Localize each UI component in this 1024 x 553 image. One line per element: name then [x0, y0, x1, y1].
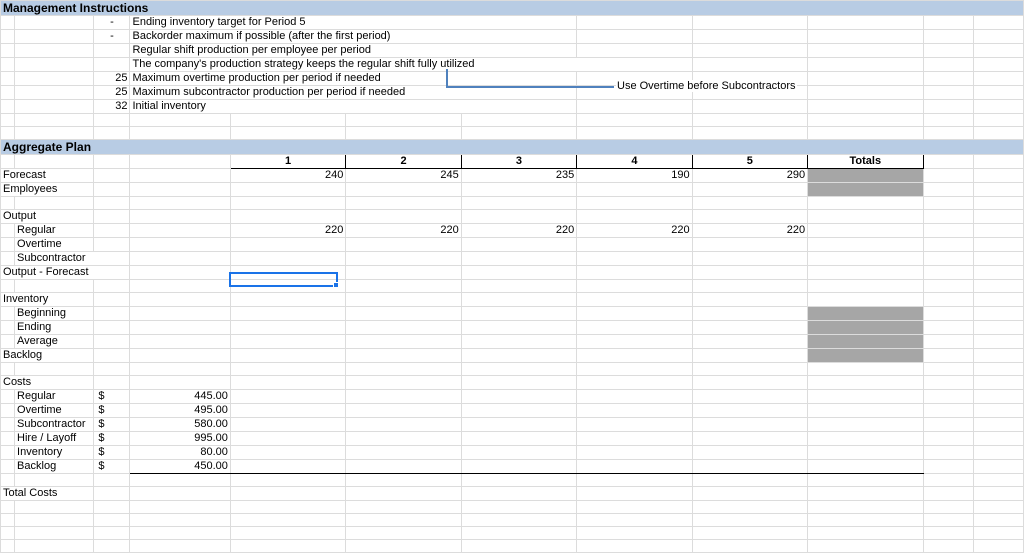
total-costs-row[interactable]: Total Costs	[1, 487, 1024, 501]
section-header-agg: Aggregate Plan	[1, 140, 1024, 155]
average-row[interactable]: Average	[1, 335, 1024, 349]
output-row: Output	[1, 210, 1024, 224]
worksheet-table[interactable]: Management Instructions - Ending invento…	[0, 0, 1024, 553]
blank-row[interactable]	[1, 474, 1024, 487]
overtime-row[interactable]: Overtime	[1, 238, 1024, 252]
cost-backlog-row[interactable]: Backlog $ 450.00	[1, 460, 1024, 474]
instruction-row[interactable]: - Ending inventory target for Period 5	[1, 16, 1024, 30]
inventory-row: Inventory	[1, 293, 1024, 307]
output-forecast-row[interactable]: Output - Forecast	[1, 266, 1024, 280]
blank-row[interactable]	[1, 527, 1024, 540]
spreadsheet-grid[interactable]: Management Instructions - Ending invento…	[0, 0, 1024, 553]
instruction-row[interactable]: Regular shift production per employee pe…	[1, 44, 1024, 58]
cost-hire-layoff-row[interactable]: Hire / Layoff $ 995.00	[1, 432, 1024, 446]
ending-row[interactable]: Ending	[1, 321, 1024, 335]
instruction-row[interactable]: - Backorder maximum if possible (after t…	[1, 30, 1024, 44]
blank-row[interactable]	[1, 363, 1024, 376]
blank-row[interactable]	[1, 540, 1024, 553]
blank-row[interactable]	[1, 501, 1024, 514]
forecast-row[interactable]: Forecast 240 245 235 190 290	[1, 169, 1024, 183]
blank-row[interactable]	[1, 114, 1024, 127]
employees-row[interactable]: Employees	[1, 183, 1024, 197]
cost-subcontractor-row[interactable]: Subcontractor $ 580.00	[1, 418, 1024, 432]
cost-overtime-row[interactable]: Overtime $ 495.00	[1, 404, 1024, 418]
blank-row[interactable]	[1, 514, 1024, 527]
cost-regular-row[interactable]: Regular $ 445.00	[1, 390, 1024, 404]
blank-row[interactable]	[1, 280, 1024, 293]
agg-title: Aggregate Plan	[1, 140, 1024, 155]
blank-row[interactable]	[1, 197, 1024, 210]
cost-inventory-row[interactable]: Inventory $ 80.00	[1, 446, 1024, 460]
callout-connector-icon	[446, 86, 614, 88]
callout-connector-icon	[446, 69, 448, 86]
instruction-row[interactable]: 32 Initial inventory	[1, 100, 1024, 114]
instruction-row[interactable]: The company's production strategy keeps …	[1, 58, 1024, 72]
instruction-row[interactable]: 25 Maximum overtime production per perio…	[1, 72, 1024, 86]
callout-text: Use Overtime before Subcontractors	[616, 80, 797, 92]
section-header-mgmt: Management Instructions	[1, 1, 1024, 16]
backlog-row[interactable]: Backlog	[1, 349, 1024, 363]
blank-row[interactable]	[1, 127, 1024, 140]
regular-row[interactable]: Regular 220 220 220 220 220	[1, 224, 1024, 238]
mgmt-title: Management Instructions	[1, 1, 1024, 16]
period-header-row: 1 2 3 4 5 Totals	[1, 155, 1024, 169]
costs-header-row: Costs	[1, 376, 1024, 390]
beginning-row[interactable]: Beginning	[1, 307, 1024, 321]
subcontractor-row[interactable]: Subcontractor	[1, 252, 1024, 266]
